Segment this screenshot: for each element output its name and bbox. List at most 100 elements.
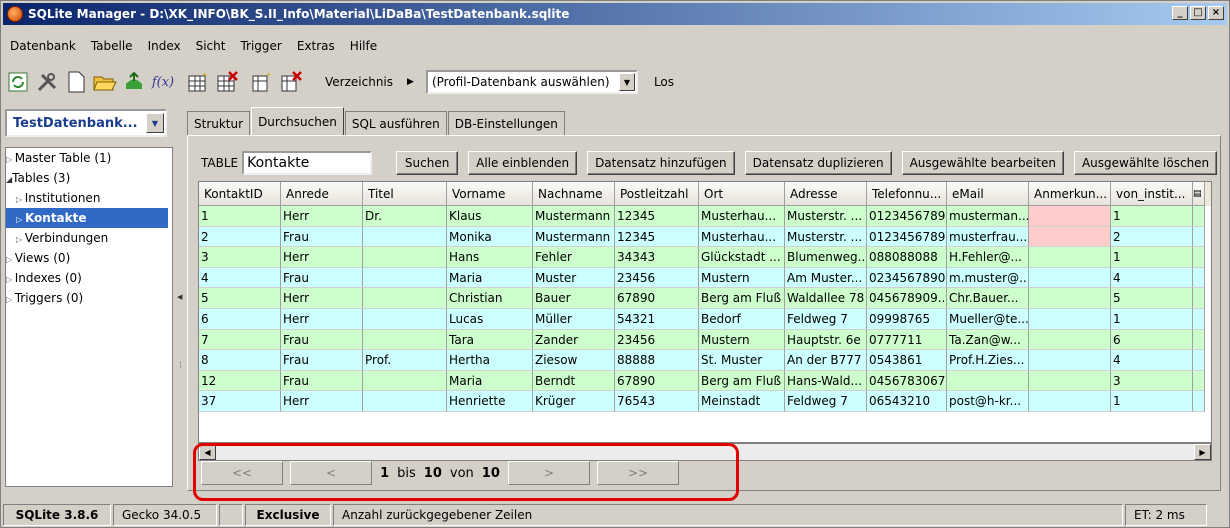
table-cell[interactable]: 3 [1111, 370, 1193, 392]
refresh-icon[interactable] [5, 69, 31, 95]
pane-splitter[interactable]: ◀ ⋮ [177, 105, 184, 489]
table-cell[interactable]: 8 [199, 350, 281, 371]
table-cell[interactable]: 12345 [615, 226, 699, 248]
table-cell[interactable]: 23456 [615, 329, 699, 351]
scroll-right-icon[interactable]: ▶ [1194, 444, 1211, 460]
table-cell[interactable] [363, 308, 447, 330]
table-cell[interactable]: Musterstr. ... [785, 226, 867, 248]
tools-icon[interactable] [34, 69, 60, 95]
table-cell[interactable]: Waldallee 78 [785, 288, 867, 309]
table-cell[interactable]: Prof. [363, 350, 447, 371]
directory-arrow-icon[interactable]: ▶ [407, 77, 414, 87]
close-button[interactable]: × [1208, 6, 1224, 20]
table-cell[interactable] [1029, 288, 1111, 309]
table-cell[interactable]: 0777711 [867, 329, 947, 351]
table-cell[interactable] [363, 288, 447, 309]
table-cell[interactable]: 34343 [615, 247, 699, 268]
table-cell[interactable]: Frau [281, 350, 363, 371]
table-cell[interactable] [1029, 267, 1111, 289]
tree-triggers[interactable]: ▷ Triggers (0) [6, 288, 172, 308]
table-cell[interactable]: 0123456789 [867, 206, 947, 227]
table-cell[interactable]: Mustermann [533, 206, 615, 227]
table-cell[interactable]: Musterstr. ... [785, 206, 867, 227]
table-cell[interactable]: Christian [447, 288, 533, 309]
table-cell[interactable]: Frau [281, 370, 363, 392]
table-cell[interactable]: 12 [199, 370, 281, 392]
table-cell[interactable]: m.muster@... [947, 267, 1029, 289]
expand-arrow-icon[interactable]: ▷ [6, 155, 15, 164]
menu-index[interactable]: Index [141, 39, 189, 53]
table-row[interactable]: 37 Herr Henriette Krüger 76543 Meinstadt Feldw… [199, 391, 1211, 412]
table-cell[interactable] [1029, 206, 1111, 227]
tree-master-table[interactable]: ▷ Master Table (1) [6, 148, 172, 168]
table-cell[interactable]: Mustern [699, 329, 785, 351]
table-cell[interactable]: Musterhau... [699, 206, 785, 227]
go-button[interactable]: Los [654, 75, 674, 89]
db-select[interactable]: TestDatenbank... ▼ [5, 109, 167, 137]
column-header[interactable]: Vorname [447, 182, 533, 206]
table-cell[interactable]: 06543210 [867, 391, 947, 412]
table-cell[interactable]: Mustern [699, 267, 785, 289]
table-cell[interactable] [1029, 370, 1111, 392]
table-cell[interactable]: 12345 [615, 206, 699, 227]
table-cell[interactable]: Blumenweg... [785, 247, 867, 268]
table-cell[interactable]: Herr [281, 391, 363, 412]
table-cell[interactable]: St. Muster [699, 350, 785, 371]
table-cell[interactable] [363, 247, 447, 268]
table-row[interactable]: 3 Herr Hans Fehler 34343 Glückstadt ... Blumen… [199, 247, 1211, 268]
table-cell[interactable]: Berndt [533, 370, 615, 392]
table-row[interactable]: 7 Frau Tara Zander 23456 Mustern Hauptstr. 6e 0… [199, 329, 1211, 351]
column-header[interactable]: Titel [363, 182, 447, 206]
show-all-button[interactable]: Alle einblenden [468, 151, 578, 175]
table-cell[interactable]: 1 [1111, 308, 1193, 330]
table-cell[interactable]: musterfrau... [947, 226, 1029, 248]
chevron-down-icon[interactable]: ▼ [146, 113, 164, 133]
expand-arrow-icon[interactable]: ▷ [6, 275, 15, 284]
table-cell[interactable]: Bauer [533, 288, 615, 309]
table-cell[interactable]: Hans-Wald... [785, 370, 867, 392]
table-cell[interactable]: Hans [447, 247, 533, 268]
table-cell[interactable]: Henriette [447, 391, 533, 412]
table-cell[interactable]: Maria [447, 370, 533, 392]
table-cell[interactable]: An der B777 [785, 350, 867, 371]
edit-selected-button[interactable]: Ausgewählte bearbeiten [901, 151, 1064, 175]
table-cell[interactable]: Glückstadt ... [699, 247, 785, 268]
table-cell[interactable] [363, 226, 447, 248]
column-header[interactable]: Nachname [533, 182, 615, 206]
table-cell[interactable]: Frau [281, 226, 363, 248]
table-cell[interactable]: 54321 [615, 308, 699, 330]
menu-tabelle[interactable]: Tabelle [84, 39, 141, 53]
table-cell[interactable]: Berg am Fluß [699, 288, 785, 309]
table-cell[interactable]: Fehler [533, 247, 615, 268]
table-cell[interactable]: Hauptstr. 6e [785, 329, 867, 351]
table-cell[interactable]: 1 [1111, 391, 1193, 412]
table-row[interactable]: 12 Frau Maria Berndt 67890 Berg am Fluß Hans-W… [199, 370, 1211, 392]
drop-table-icon[interactable] [214, 69, 240, 95]
table-cell[interactable]: 2 [199, 226, 281, 248]
table-cell[interactable]: 3 [199, 247, 281, 268]
table-cell[interactable]: 09998765 [867, 308, 947, 330]
table-cell[interactable]: Musterhau... [699, 226, 785, 248]
table-cell[interactable]: 0234567890 [867, 267, 947, 289]
table-cell[interactable]: Feldweg 7 [785, 308, 867, 330]
create-table-icon[interactable] [185, 69, 211, 95]
table-cell[interactable]: Berg am Fluß [699, 370, 785, 392]
table-cell[interactable]: Herr [281, 206, 363, 227]
table-cell[interactable]: 1 [1111, 206, 1193, 227]
table-cell[interactable]: 37 [199, 391, 281, 412]
search-button[interactable]: Suchen [396, 151, 459, 175]
profile-db-select[interactable]: (Profil-Datenbank auswählen) ▼ [425, 70, 638, 94]
table-cell[interactable]: 0456783067 [867, 370, 947, 392]
tab-struktur[interactable]: Struktur [187, 111, 251, 135]
table-cell[interactable] [947, 370, 1029, 392]
table-cell[interactable]: 23456 [615, 267, 699, 289]
add-record-button[interactable]: Datensatz hinzufügen [587, 151, 735, 175]
attach-db-icon[interactable] [121, 69, 147, 95]
table-cell[interactable]: Maria [447, 267, 533, 289]
menu-trigger[interactable]: Trigger [233, 39, 289, 53]
column-header[interactable]: Telefonnu... [867, 182, 947, 206]
minimize-button[interactable]: _ [1172, 6, 1188, 20]
table-cell[interactable]: 5 [1111, 288, 1193, 309]
table-cell[interactable] [1029, 247, 1111, 268]
table-cell[interactable]: Monika [447, 226, 533, 248]
